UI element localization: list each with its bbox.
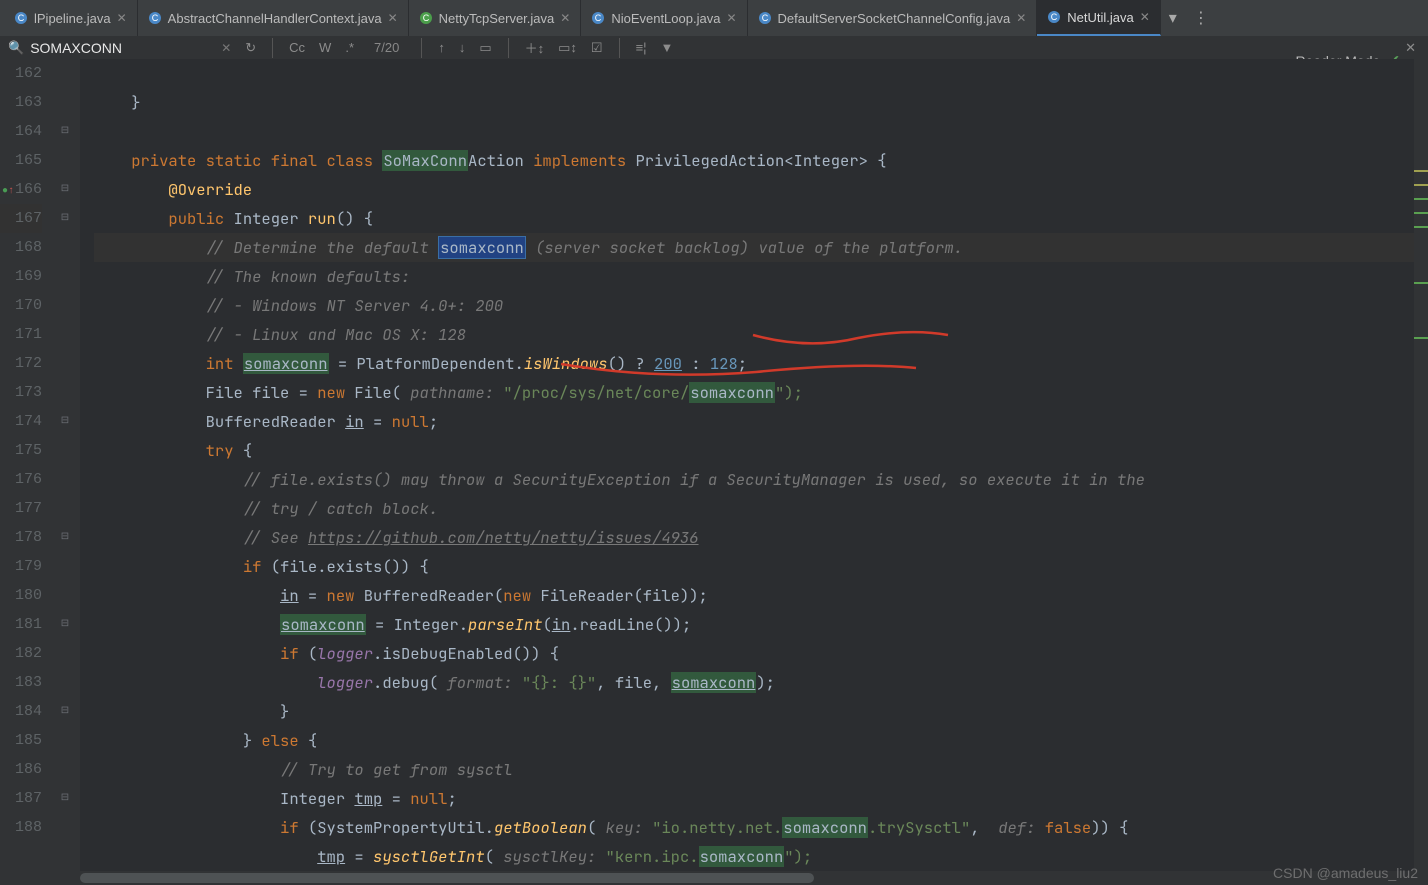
add-selection-icon[interactable]: ＋↕ [521,36,549,59]
line-number: 184 [0,697,42,726]
words-toggle[interactable]: W [315,38,335,57]
clear-icon[interactable]: ✕ [217,41,235,55]
class-icon: C [419,11,433,25]
close-icon[interactable]: ✕ [1016,11,1026,25]
line-number: 177 [0,494,42,523]
svg-text:C: C [595,13,602,23]
fold-gutter: ⊟ ⊟ ⊟ ⊟ ⊟ ⊟ ⊟ ⊟ [50,59,80,885]
line-number: 178 [0,523,42,552]
class-icon: C [591,11,605,25]
line-number: 179 [0,552,42,581]
line-number: 175 [0,436,42,465]
tab-netutil[interactable]: C NetUtil.java ✕ [1037,0,1161,36]
close-icon[interactable]: ✕ [560,11,570,25]
marker-strip[interactable] [1414,59,1428,885]
svg-text:C: C [422,13,429,23]
line-number: 187 [0,784,42,813]
find-bar: 🔍 ✕ ↻ Cc W .* 7/20 ↑ ↓ ▭ ＋↕ ▭↕ ☑ ≡¦ ▼ ✕ [0,36,1428,59]
line-number: 168 [0,233,42,262]
tab-lpipeline[interactable]: C lPipeline.java ✕ [4,0,138,36]
line-number: 188 [0,813,42,842]
line-number: 185 [0,726,42,755]
line-number: 163 [0,88,42,117]
code-area[interactable]: } private static final class SoMaxConnAc… [80,59,1414,885]
close-icon[interactable]: ✕ [388,11,398,25]
separator [619,38,620,58]
find-input[interactable] [30,40,211,56]
fold-icon[interactable]: ⊟ [61,407,69,436]
tab-label: DefaultServerSocketChannelConfig.java [778,11,1011,26]
line-number: 172 [0,349,42,378]
horizontal-scrollbar[interactable] [80,871,1414,885]
class-icon: C [14,11,28,25]
class-icon: C [758,11,772,25]
tab-label: lPipeline.java [34,11,111,26]
line-number: 176 [0,465,42,494]
watermark: CSDN @amadeus_liu2 [1273,865,1418,881]
separator [272,38,273,58]
tab-nettytcpserver[interactable]: C NettyTcpServer.java ✕ [409,0,582,36]
close-icon[interactable]: ✕ [117,11,127,25]
line-number: 183 [0,668,42,697]
close-find-icon[interactable]: ✕ [1401,38,1420,58]
more-icon[interactable]: ⋮ [1185,8,1217,28]
svg-text:C: C [761,13,768,23]
line-number: 182 [0,639,42,668]
separator [421,38,422,58]
tab-abstractchannel[interactable]: C AbstractChannelHandlerContext.java ✕ [138,0,409,36]
match-case-toggle[interactable]: Cc [285,38,309,57]
separator [508,38,509,58]
line-number: 164 [0,117,42,146]
tab-label: NioEventLoop.java [611,11,720,26]
fold-icon[interactable]: ⊟ [61,175,69,204]
line-number: 170 [0,291,42,320]
line-number: 169 [0,262,42,291]
fold-icon[interactable]: ⊟ [61,204,69,233]
regex-toggle[interactable]: .* [341,38,358,57]
fold-icon[interactable]: ⊟ [61,117,69,146]
override-icon[interactable]: ↑ [8,186,14,197]
svg-text:C: C [151,13,158,23]
find-count: 7/20 [374,40,399,55]
line-number: 167 [0,204,42,233]
tab-defaultserversocket[interactable]: C DefaultServerSocketChannelConfig.java … [748,0,1038,36]
line-number: ●↑166 [0,175,42,204]
chevron-down-icon[interactable]: ▾ [1161,8,1185,28]
line-number: 162 [0,59,42,88]
fold-icon[interactable]: ⊟ [61,784,69,813]
line-number: 171 [0,320,42,349]
fold-icon[interactable]: ⊟ [61,610,69,639]
select-occurrences-icon[interactable]: ▭↕ [554,38,581,58]
fold-icon[interactable]: ⊟ [61,697,69,726]
next-match-icon[interactable]: ↓ [455,38,470,57]
line-number: 181 [0,610,42,639]
prev-match-icon[interactable]: ↑ [434,38,449,57]
svg-text:C: C [1051,12,1058,22]
history-icon[interactable]: ↻ [241,38,260,58]
select-all-icon[interactable]: ▭ [475,38,495,58]
line-number: 173 [0,378,42,407]
line-number: 165 [0,146,42,175]
list-icon[interactable]: ≡¦ [632,38,651,57]
editor-tabs: C lPipeline.java ✕ C AbstractChannelHand… [0,0,1428,36]
scroll-thumb[interactable] [80,873,814,883]
fold-icon[interactable]: ⊟ [61,523,69,552]
tab-label: NettyTcpServer.java [439,11,555,26]
filter-icon[interactable]: ▼ [657,38,678,57]
tab-nioeventloop[interactable]: C NioEventLoop.java ✕ [581,0,747,36]
tab-label: AbstractChannelHandlerContext.java [168,11,382,26]
line-gutter: 162 163 164 165 ●↑166 167 168 169 170 17… [0,59,50,885]
class-icon: C [148,11,162,25]
line-number: 180 [0,581,42,610]
search-icon: 🔍 [8,40,24,56]
close-icon[interactable]: ✕ [726,11,736,25]
line-number: 174 [0,407,42,436]
svg-text:C: C [18,13,25,23]
class-icon: C [1047,10,1061,24]
multi-select-icon[interactable]: ☑ [587,38,607,58]
editor: 162 163 164 165 ●↑166 167 168 169 170 17… [0,59,1428,885]
line-number: 186 [0,755,42,784]
tab-label: NetUtil.java [1067,10,1133,25]
close-icon[interactable]: ✕ [1140,10,1150,24]
